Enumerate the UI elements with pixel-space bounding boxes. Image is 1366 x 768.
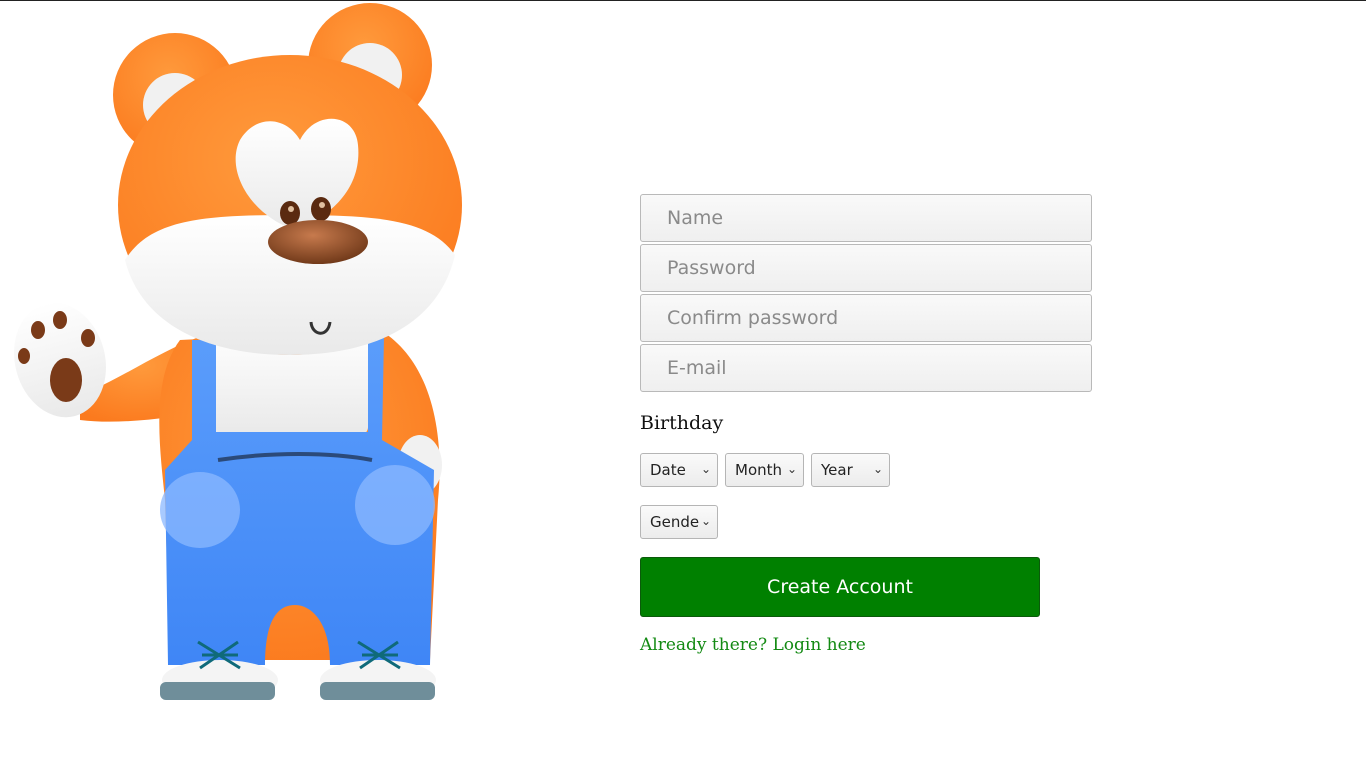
gender-select[interactable]: Gender ⌄ (640, 505, 718, 539)
birthday-selects: Date ⌄ Month ⌄ Year ⌄ (640, 453, 1092, 487)
month-select-value: Month (735, 461, 783, 479)
confirm-password-input[interactable] (640, 294, 1092, 342)
gender-row: Gender ⌄ (640, 505, 1092, 539)
gender-select-value: Gender (650, 513, 700, 531)
bear-mascot-illustration (14, 3, 462, 700)
create-account-button[interactable]: Create Account (640, 557, 1040, 617)
login-link[interactable]: Already there? Login here (640, 635, 1092, 655)
email-input[interactable] (640, 344, 1092, 392)
chevron-down-icon: ⌄ (786, 462, 798, 476)
date-select-value: Date (650, 461, 686, 479)
signup-form: Birthday Date ⌄ Month ⌄ Year ⌄ Gender ⌄ … (640, 194, 1092, 655)
birthday-label: Birthday (640, 412, 724, 434)
chevron-down-icon: ⌄ (700, 514, 712, 528)
chevron-down-icon: ⌄ (700, 462, 712, 476)
name-input[interactable] (640, 194, 1092, 242)
password-input[interactable] (640, 244, 1092, 292)
month-select[interactable]: Month ⌄ (725, 453, 804, 487)
year-select-value: Year (821, 461, 853, 479)
date-select[interactable]: Date ⌄ (640, 453, 718, 487)
year-select[interactable]: Year ⌄ (811, 453, 890, 487)
chevron-down-icon: ⌄ (872, 462, 884, 476)
